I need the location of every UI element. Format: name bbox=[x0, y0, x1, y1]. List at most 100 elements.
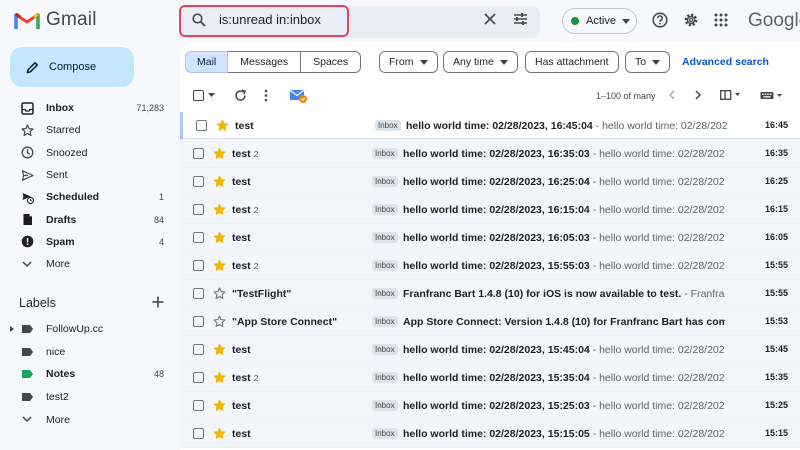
sidebar-item-starred[interactable]: Starred bbox=[0, 119, 172, 141]
label-item-notes[interactable]: Notes 48 bbox=[0, 363, 172, 386]
caret-down-icon[interactable] bbox=[208, 93, 215, 97]
row-checkbox[interactable] bbox=[193, 288, 204, 299]
sidebar-item-spam[interactable]: Spam 4 bbox=[0, 231, 172, 253]
email-row[interactable]: test 2 Inbox hello world time: 02/28/2023… bbox=[180, 364, 800, 392]
mail-extension-icon[interactable] bbox=[289, 87, 308, 104]
caret-right-icon[interactable] bbox=[10, 326, 14, 332]
row-checkbox[interactable] bbox=[193, 260, 204, 271]
row-checkbox[interactable] bbox=[193, 148, 204, 159]
apps-grid-icon[interactable] bbox=[714, 13, 728, 27]
star-toggle-icon[interactable] bbox=[213, 427, 226, 445]
unread-count: 48 bbox=[153, 369, 164, 380]
email-row[interactable]: test Inbox hello world time: 02/28/2023,… bbox=[180, 392, 800, 420]
email-summary: hello world time: 02/28/2023, 16:15:04 -… bbox=[403, 204, 725, 216]
clock-icon bbox=[20, 146, 34, 160]
plus-icon[interactable] bbox=[152, 296, 164, 308]
label-item-nice[interactable]: nice bbox=[0, 341, 172, 364]
email-sender: test bbox=[232, 344, 251, 356]
email-row[interactable]: test Inbox hello world time: 02/28/2023,… bbox=[180, 224, 800, 252]
filter-attachment-chip[interactable]: Has attachment bbox=[525, 51, 619, 73]
email-summary: hello world time: 02/28/2023, 16:35:03 -… bbox=[403, 148, 725, 160]
star-toggle-icon[interactable] bbox=[213, 231, 226, 249]
star-toggle-icon[interactable] bbox=[213, 203, 226, 221]
star-toggle-icon[interactable] bbox=[213, 175, 226, 193]
caret-down-icon bbox=[499, 59, 508, 65]
email-row[interactable]: "App Store Connect" Inbox App Store Conn… bbox=[180, 308, 800, 336]
label-badge: Inbox bbox=[372, 428, 398, 439]
search-input[interactable]: is:unread in:inbox bbox=[219, 12, 321, 27]
search-options-icon[interactable] bbox=[513, 12, 528, 26]
caret-down-icon bbox=[419, 59, 428, 65]
advanced-search-link[interactable]: Advanced search bbox=[682, 56, 769, 68]
more-vert-icon[interactable] bbox=[264, 89, 268, 102]
refresh-icon[interactable] bbox=[234, 89, 247, 102]
filter-to-chip[interactable]: To bbox=[625, 51, 671, 73]
email-row[interactable]: test Inbox hello world time: 02/28/2023,… bbox=[180, 420, 800, 448]
sidebar-item-snoozed[interactable]: Snoozed bbox=[0, 142, 172, 164]
star-toggle-icon[interactable] bbox=[216, 119, 229, 137]
label-item-test2[interactable]: test2 bbox=[0, 386, 172, 409]
email-sender: test 2 bbox=[232, 372, 259, 384]
email-row[interactable]: test Inbox hello world time: 02/28/2023,… bbox=[180, 168, 800, 196]
sidebar-item-sent[interactable]: Sent bbox=[0, 164, 172, 186]
email-row[interactable]: test 2 Inbox hello world time: 02/28/2023… bbox=[180, 196, 800, 224]
split-pane-icon[interactable] bbox=[720, 90, 742, 100]
star-toggle-icon[interactable] bbox=[213, 259, 226, 277]
sidebar-item-more[interactable]: More bbox=[0, 253, 172, 275]
sidebar-item-drafts[interactable]: Drafts 84 bbox=[0, 208, 172, 230]
row-checkbox[interactable] bbox=[193, 204, 204, 215]
email-row[interactable]: test Inbox hello world time: 02/28/2023,… bbox=[180, 336, 800, 364]
email-sender: test bbox=[232, 428, 251, 440]
gear-icon[interactable] bbox=[683, 12, 699, 28]
label-badge: Inbox bbox=[372, 148, 398, 159]
label-name: FollowUp.cc bbox=[46, 323, 104, 336]
select-all-checkbox[interactable] bbox=[193, 90, 204, 101]
email-row[interactable]: test Inbox hello world time: 02/28/2023,… bbox=[180, 112, 800, 140]
search-icon[interactable] bbox=[192, 13, 206, 27]
close-icon[interactable] bbox=[484, 13, 496, 25]
sidebar-item-label: Scheduled bbox=[46, 191, 100, 204]
scope-mail-button[interactable]: Mail bbox=[185, 51, 229, 73]
row-checkbox[interactable] bbox=[193, 372, 204, 383]
label-name: Notes bbox=[46, 368, 76, 381]
chevron-left-icon[interactable] bbox=[668, 90, 675, 100]
star-toggle-icon[interactable] bbox=[213, 287, 226, 305]
search-filter-chips: Mail Messages Spaces From Any time Has a… bbox=[185, 51, 800, 73]
sidebar-item-scheduled[interactable]: Scheduled 1 bbox=[0, 186, 172, 208]
google-account-logo[interactable]: Google bbox=[748, 10, 800, 32]
label-name: More bbox=[46, 413, 70, 426]
row-checkbox[interactable] bbox=[193, 316, 204, 327]
filter-time-chip[interactable]: Any time bbox=[443, 51, 518, 73]
label-tag-icon bbox=[20, 322, 34, 336]
keyboard-input-icon[interactable] bbox=[760, 91, 784, 100]
row-checkbox[interactable] bbox=[193, 232, 204, 243]
row-checkbox[interactable] bbox=[196, 120, 207, 131]
row-checkbox[interactable] bbox=[193, 428, 204, 439]
star-toggle-icon[interactable] bbox=[213, 147, 226, 165]
email-sender: "App Store Connect" bbox=[232, 316, 338, 328]
help-icon[interactable] bbox=[652, 12, 668, 28]
star-toggle-icon[interactable] bbox=[213, 371, 226, 389]
gmail-logo[interactable]: Gmail bbox=[14, 9, 97, 31]
star-toggle-icon[interactable] bbox=[213, 399, 226, 417]
email-row[interactable]: "TestFlight" Inbox Franfranc Bart 1.4.8 … bbox=[180, 280, 800, 308]
email-row[interactable]: test 2 Inbox hello world time: 02/28/2023… bbox=[180, 140, 800, 168]
email-sender: "TestFlight" bbox=[232, 288, 292, 300]
row-checkbox[interactable] bbox=[193, 176, 204, 187]
filter-from-chip[interactable]: From bbox=[379, 51, 438, 73]
row-checkbox[interactable] bbox=[193, 344, 204, 355]
row-checkbox[interactable] bbox=[193, 400, 204, 411]
compose-button[interactable]: Compose bbox=[10, 47, 134, 87]
email-row[interactable]: test 2 Inbox hello world time: 02/28/2023… bbox=[180, 252, 800, 280]
label-item-more[interactable]: More bbox=[0, 408, 172, 431]
label-item-followup[interactable]: FollowUp.cc bbox=[0, 318, 172, 341]
status-selector[interactable]: Active bbox=[562, 8, 637, 34]
sidebar-item-label: Sent bbox=[46, 169, 68, 182]
star-toggle-icon[interactable] bbox=[213, 343, 226, 361]
scope-spaces-button[interactable]: Spaces bbox=[301, 51, 362, 73]
sidebar-item-inbox[interactable]: Inbox 71,283 bbox=[0, 97, 172, 119]
star-toggle-icon[interactable] bbox=[213, 315, 226, 333]
email-summary: hello world time: 02/28/2023, 15:35:04 -… bbox=[403, 372, 725, 384]
chevron-right-icon[interactable] bbox=[695, 90, 702, 100]
scope-messages-button[interactable]: Messages bbox=[228, 51, 302, 73]
